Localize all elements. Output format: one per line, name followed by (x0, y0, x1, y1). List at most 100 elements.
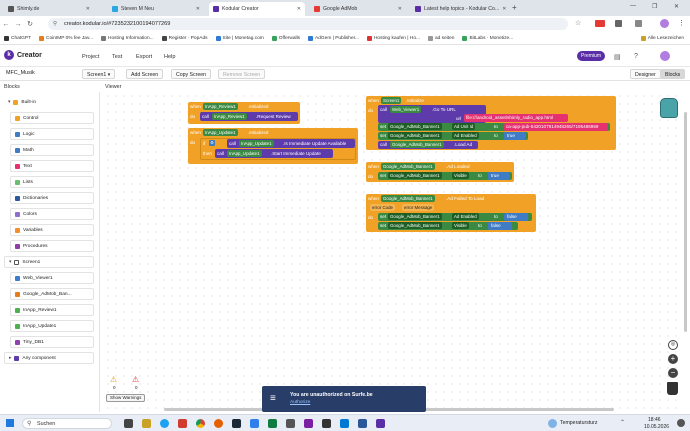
component-dropdown[interactable]: Google_AdMob_Banner1 (381, 163, 435, 170)
browser-tab-active[interactable]: Kodular Creator ✕ (209, 2, 305, 16)
clock-date[interactable]: 10.05.2026 (644, 424, 669, 430)
browser-tab[interactable]: Shimly.de ✕ (4, 2, 94, 16)
property-dropdown[interactable]: Ad Enabled (452, 213, 479, 220)
bookmark-item[interactable]: ad seiten (428, 35, 454, 41)
close-icon[interactable]: ✕ (502, 6, 506, 12)
text-block-ad-unit-id[interactable]: ca-app-pub-5420107914948265/7195486959 (504, 123, 608, 131)
maximize-icon[interactable]: ❐ (652, 3, 657, 10)
text-block-url[interactable]: file:///android_asset/shimly_radio_app.h… (464, 114, 568, 122)
event-block-inapp-review-initialized[interactable]: when InApp_Review1 .Initialized do call … (188, 102, 300, 124)
logic-block-false[interactable]: false (488, 222, 512, 230)
browser-tab[interactable]: Latest help topics - Kodular Co... ✕ (411, 2, 507, 16)
logic-block-false[interactable]: false (504, 213, 528, 221)
warning-icon[interactable]: ⚠ (110, 376, 120, 384)
component-dropdown[interactable]: InApp_Update1 (239, 140, 274, 147)
call-block-start-immediate-update[interactable]: call InApp_Update1 .Start Immediate Upda… (215, 149, 333, 158)
weather-text[interactable]: Temperatursturz (560, 420, 597, 426)
menu-dots-icon[interactable]: ⋮ (678, 19, 685, 27)
taskbar-search[interactable]: ⚲ Suchen (22, 418, 112, 429)
logic-block-true[interactable]: true (504, 132, 526, 140)
bookmark-item[interactable]: ChatGPT (4, 35, 31, 41)
browser-tab[interactable]: Steven M Neu ✕ (108, 2, 204, 16)
component-dropdown[interactable]: InApp_Review1 (212, 113, 247, 120)
component-dropdown[interactable]: InApp_Review1 (203, 103, 238, 110)
component-dropdown[interactable]: Google_AdMob_Banner1 (388, 172, 442, 179)
blocks-workspace[interactable]: when InApp_Review1 .Initialized do call … (104, 92, 687, 414)
property-dropdown[interactable]: Visible (452, 172, 469, 179)
sidebar-item-procedures[interactable]: Procedures (10, 240, 94, 252)
extensions-puzzle-icon[interactable] (635, 20, 642, 27)
window-close-icon[interactable]: ✕ (674, 3, 679, 10)
help-icon[interactable]: ? (634, 53, 638, 60)
close-icon[interactable]: ✕ (398, 6, 402, 12)
sidebar-item-screen1[interactable]: ▾ Screen1 (4, 256, 94, 268)
sidebar-item-any-component[interactable]: ▸ Any component (4, 352, 94, 364)
close-icon[interactable]: ✕ (196, 6, 200, 12)
backpack-icon[interactable] (660, 98, 678, 118)
bookmark-item[interactable]: Hosting Information... (101, 35, 154, 41)
bookmark-item[interactable]: AdGem | Publisher... (308, 35, 359, 41)
set-block-visible[interactable]: set Google_AdMob_Banner1 Visible to true (378, 172, 512, 180)
url-input[interactable]: ⚲ creator.kodular.io/#723523210019407726… (48, 18, 568, 30)
component-dropdown[interactable]: Google_AdMob_Banner1 (390, 141, 444, 148)
event-block-ad-loaded[interactable]: when Google_AdMob_Banner1 .Ad Loaded do … (366, 162, 514, 182)
tray-chevron-icon[interactable]: ⌃ (620, 419, 625, 426)
add-screen-button[interactable]: Add Screen (126, 69, 164, 79)
notifications-icon[interactable]: ▤ (614, 53, 621, 61)
call-block-load-ad[interactable]: call Google_AdMob_Banner1 .Load Ad (378, 141, 478, 149)
bookmark-item[interactable]: Register · PopAds (161, 35, 208, 41)
bookmark-item[interactable]: Offerwalls (271, 35, 300, 41)
chrome-icon[interactable] (196, 419, 205, 428)
component-dropdown[interactable]: InApp_Update1 (227, 150, 262, 157)
designer-button[interactable]: Designer (630, 69, 661, 79)
surfe-notification[interactable]: ≡ You are unauthorized on Surfe.be Autho… (262, 386, 426, 412)
app-icon[interactable] (178, 419, 187, 428)
param-error-code[interactable]: error Code (370, 204, 395, 211)
sidebar-item-admob-banner[interactable]: Google_AdMob_Ban... (10, 288, 94, 300)
event-block-ad-failed-to-load[interactable]: when Google_AdMob_Banner1 .Ad Failed To … (366, 194, 536, 232)
windows-start-icon[interactable] (6, 419, 14, 427)
minimize-icon[interactable]: — (630, 3, 636, 9)
sidebar-item-dictionaries[interactable]: Dictionaries (10, 192, 94, 204)
extension-icon[interactable] (595, 20, 605, 27)
property-dropdown[interactable]: Ad Enabled (452, 132, 479, 139)
set-block-ad-unit-id[interactable]: set Google_AdMob_Banner1 Ad Unit Id to c… (378, 123, 610, 131)
bookmark-item[interactable]: CoinIMP 0% fee Jav... (39, 35, 93, 41)
browser-tab[interactable]: Google AdMob ✕ (310, 2, 406, 16)
set-block-visible-false[interactable]: set Google_AdMob_Banner1 Visible to fals… (378, 222, 518, 230)
gear-icon[interactable]: ⚙ (209, 140, 215, 146)
call-block-is-immediate-update-available[interactable]: call InApp_Update1 .Is Immediate Update … (227, 139, 355, 148)
site-info-icon[interactable]: ⚲ (53, 18, 57, 30)
sidebar-item-control[interactable]: Control (10, 112, 94, 124)
app-icon[interactable] (268, 419, 277, 428)
all-bookmarks[interactable]: Alle Lesezeichen (640, 35, 690, 41)
user-avatar[interactable] (660, 51, 670, 61)
sidebar-item-web-viewer[interactable]: Web_Viewer1 (10, 272, 94, 284)
new-tab-icon[interactable]: + (512, 3, 517, 12)
sidebar-item-variables[interactable]: Variables (10, 224, 94, 236)
app-icon[interactable] (358, 419, 367, 428)
component-dropdown[interactable]: InApp_Update1 (203, 129, 238, 136)
sidebar-item-inapp-update[interactable]: InApp_Update1 (10, 320, 94, 332)
copy-screen-button[interactable]: Copy Screen (171, 69, 211, 79)
if-block[interactable]: if ⚙ call InApp_Update1 .Is Immediate Up… (200, 138, 356, 160)
extension-icon[interactable] (615, 20, 622, 27)
property-dropdown[interactable]: Ad Unit Id (452, 123, 476, 130)
close-icon[interactable]: ✕ (86, 6, 90, 12)
authorize-link[interactable]: Authorize (290, 400, 310, 405)
vertical-scrollbar[interactable] (684, 112, 687, 332)
kodular-logo[interactable]: k Creator (4, 50, 42, 60)
menu-help[interactable]: Help (164, 54, 176, 60)
remove-screen-button[interactable]: Remove Screen (218, 69, 266, 79)
trash-icon[interactable] (667, 382, 678, 395)
sidebar-item-text[interactable]: Text (10, 160, 94, 172)
set-block-ad-enabled-false[interactable]: set Google_AdMob_Banner1 Ad Enabled to f… (378, 213, 532, 221)
clock-time[interactable]: 18:46 (648, 417, 661, 423)
component-dropdown[interactable]: Web_Viewer1 (390, 106, 422, 113)
bookmark-item[interactable]: Site | Monetag.com (215, 35, 264, 41)
sidebar-item-inapp-review[interactable]: InApp_Review1 (10, 304, 94, 316)
reload-icon[interactable]: ↻ (24, 20, 36, 28)
app-icon[interactable] (376, 419, 385, 428)
steam-icon[interactable] (232, 419, 241, 428)
sidebar-item-logic[interactable]: Logic (10, 128, 94, 140)
